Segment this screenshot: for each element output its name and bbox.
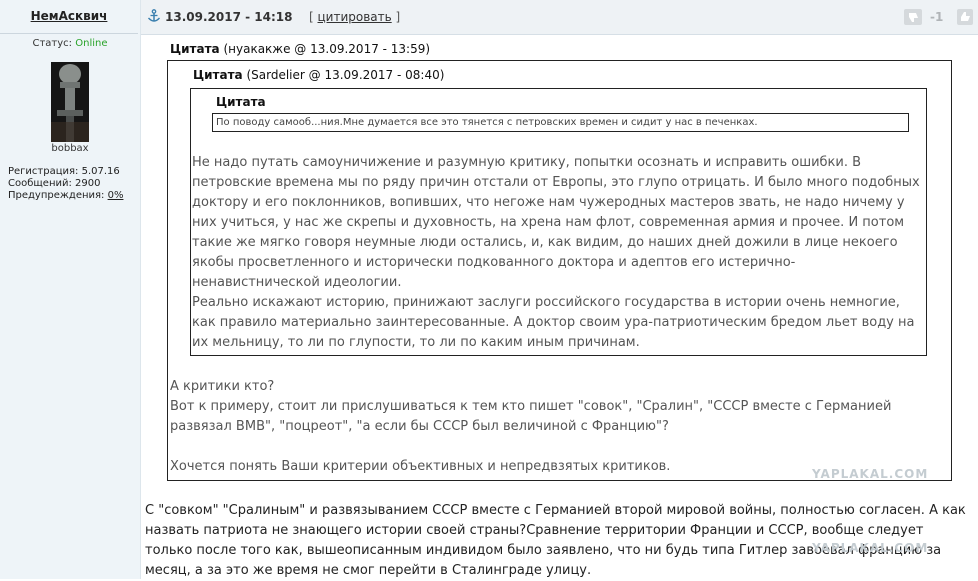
watermark: YAPLAKAL.COM [812, 467, 929, 481]
stat-registration: Регистрация: 5.07.16 [8, 166, 120, 177]
bracket-open: [ [309, 10, 318, 24]
thumb-up-icon[interactable] [957, 9, 973, 25]
quote-control: [ цитировать ] [309, 10, 400, 24]
quote-header: Цитата (нуакакже @ 13.09.2017 - 13:59) [170, 42, 430, 56]
quote-box-inner: По поводу самооб...ния.Мне думается все … [212, 113, 909, 132]
warnings-value-link[interactable]: 0% [108, 190, 124, 201]
quote-outer-text: А критики кто? Вот к примеру, стоит ли п… [170, 377, 948, 477]
author-sidebar: НемАсквич Статус: Online bobbax Регистра… [0, 0, 141, 579]
quote-paragraph: Не надо путать самоуничижение и разумную… [192, 155, 920, 290]
quote-line: Вот к примеру, стоит ли прислушиваться к… [170, 399, 892, 434]
quote-meta: (Sardelier @ 13.09.2017 - 08:40) [242, 68, 445, 82]
quote-button[interactable]: цитировать [318, 10, 392, 24]
author-status: Статус: Online [0, 38, 140, 49]
post-date: 13.09.2017 - 14:18 [165, 10, 293, 24]
anchor-icon[interactable] [147, 9, 161, 23]
author-name-link[interactable]: НемАсквич [0, 0, 138, 34]
avatar-image [51, 62, 89, 142]
avatar-caption: bobbax [51, 143, 89, 154]
quote-meta: (нуакакже @ 13.09.2017 - 13:59) [219, 42, 431, 56]
quote-line: А критики кто? [170, 379, 275, 394]
quote-title: Цитата [170, 42, 220, 56]
thumb-down-icon[interactable] [904, 9, 922, 25]
quote-paragraph: Реально искажают историю, принижают засл… [192, 295, 915, 350]
quote-title: Цитата [193, 68, 243, 82]
avatar[interactable] [51, 62, 89, 142]
quote-header-nested: Цитата (Sardelier @ 13.09.2017 - 08:40) [193, 68, 444, 82]
status-value: Online [75, 38, 108, 49]
quote-nested-text: Не надо путать самоуничижение и разумную… [192, 153, 922, 353]
warnings-label: Предупреждения: [8, 190, 108, 201]
post-header: 13.09.2017 - 14:18 [ цитировать ] -1 [141, 0, 978, 35]
rating-value: -1 [930, 10, 944, 24]
quote-header-inner: Цитата [216, 95, 266, 109]
stat-messages: Сообщений: 2900 [8, 178, 101, 189]
bracket-close: ] [391, 10, 401, 24]
status-label: Статус: [32, 38, 73, 49]
user-stats: Регистрация: 5.07.16 Сообщений: 2900 Пре… [8, 166, 123, 202]
watermark: YAPLAKAL.COM [812, 541, 929, 555]
stat-warnings: Предупреждения: 0% [8, 190, 123, 202]
